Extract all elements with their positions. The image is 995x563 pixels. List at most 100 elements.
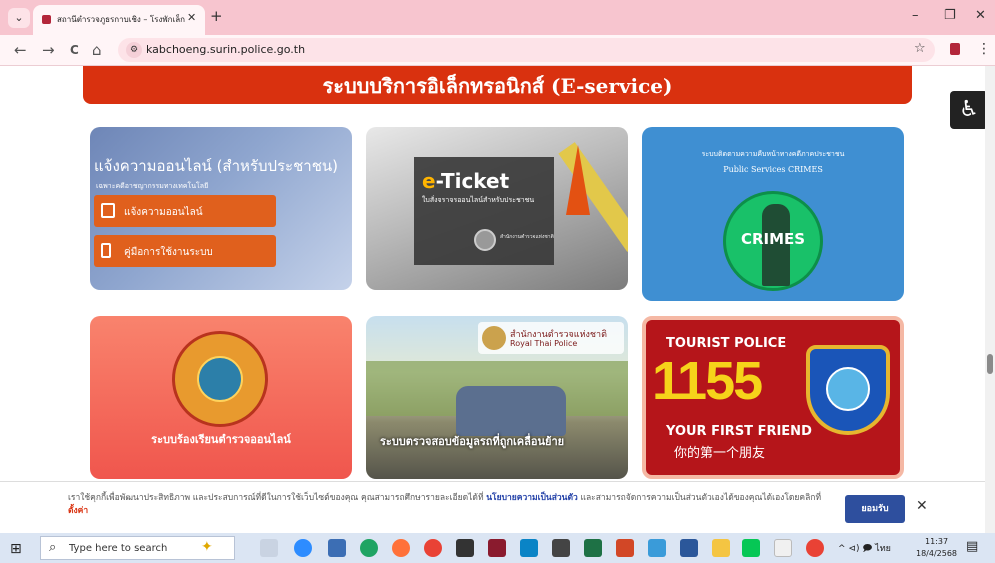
back-button[interactable]: ←	[14, 41, 27, 59]
accessibility-icon[interactable]: ♿	[950, 91, 988, 129]
tab-search-button[interactable]: ⌄	[8, 8, 30, 28]
powerpoint-icon[interactable]	[616, 539, 634, 557]
complaint-title: ระบบร้องเรียนตำรวจออนไลน์	[151, 433, 291, 446]
chrome-active-icon[interactable]	[806, 539, 824, 557]
badge-globe-icon	[826, 367, 870, 411]
tab-close-icon[interactable]: ✕	[187, 11, 196, 24]
privacy-policy-link[interactable]: นโยบายความเป็นส่วนตัว	[486, 493, 578, 503]
cookie-consent-bar: เราใช้คุกกี้เพื่อพัฒนาประสิทธิภาพ และประ…	[0, 481, 985, 533]
vscode-icon[interactable]	[520, 539, 538, 557]
zoom-icon[interactable]	[294, 539, 312, 557]
calculator-icon[interactable]	[328, 539, 346, 557]
browser-menu-icon[interactable]: ⋮	[977, 41, 991, 57]
browser-toolbar: ← → C ⌂ ⚙ kabchoeng.surin.police.go.th ☆…	[0, 35, 995, 66]
taskbar-search-box[interactable]: ⌕ Type here to search ✦	[40, 536, 235, 560]
bookmark-star-icon[interactable]: ☆	[914, 41, 926, 56]
police-seal-icon	[474, 229, 496, 251]
close-window-button[interactable]: ✕	[975, 8, 986, 23]
tourist-police-card[interactable]: TOURIST POLICE 1155 YOUR FIRST FRIEND 你的…	[642, 316, 904, 479]
minimize-button[interactable]: –	[912, 8, 919, 23]
search-icon: ⌕	[49, 540, 57, 555]
forward-button[interactable]: →	[42, 41, 55, 59]
online-report-button-label: แจ้งความออนไลน์	[124, 207, 203, 218]
crimes-logo-label: CRIMES	[740, 230, 806, 248]
maximize-button[interactable]: ❐	[944, 8, 956, 23]
page-content: ระบบบริการอิเล็กทรอนิกส์ (E-service) ♿ แ…	[0, 66, 995, 533]
vehicle-check-card[interactable]: สำนักงานตำรวจแห่งชาติ Royal Thai Police …	[366, 316, 628, 479]
external-link-icon	[101, 203, 115, 218]
inspector-general-seal-icon	[172, 331, 268, 427]
browser-tab-bar: ⌄ สถานีตำรวจภูธรกาบเชิง – โรงพักเล็ก ✕ +…	[0, 0, 995, 35]
edge-icon[interactable]	[360, 539, 378, 557]
cookie-close-icon[interactable]: ✕	[916, 498, 928, 514]
eticket-panel: e-Ticket ใบสั่งจราจรออนไลน์สำหรับประชาชน…	[414, 157, 554, 265]
tab-title: สถานีตำรวจภูธรกาบเชิง – โรงพักเล็ก	[57, 15, 185, 24]
firefox-icon[interactable]	[392, 539, 410, 557]
crimes-title-en: Public Services CRIMES	[723, 165, 823, 174]
traffic-cone-icon	[566, 145, 590, 215]
site-info-icon[interactable]: ⚙	[126, 42, 142, 58]
cookie-text: เราใช้คุกกี้เพื่อพัฒนาประสิทธิภาพ และประ…	[68, 493, 822, 516]
royal-thai-police-logo: สำนักงานตำรวจแห่งชาติ Royal Thai Police	[478, 322, 624, 354]
tourist-police-badge-icon	[806, 345, 890, 435]
excel-icon[interactable]	[584, 539, 602, 557]
notification-icon[interactable]: ▤	[966, 539, 978, 554]
word-icon[interactable]	[680, 539, 698, 557]
crimes-logo: CRIMES	[723, 191, 823, 291]
online-report-subtitle: เฉพาะคดีอาชญากรรมทางเทคโนโลยี	[96, 182, 209, 190]
screen: ⌄ สถานีตำรวจภูธรกาบเชิง – โรงพักเล็ก ✕ +…	[0, 0, 995, 563]
eservice-header: ระบบบริการอิเล็กทรอนิกส์ (E-service)	[83, 66, 912, 104]
tourist-police-number: 1155	[652, 351, 763, 411]
taskbar-clock[interactable]: 11:37 18/4/2568	[916, 536, 957, 560]
complaint-card[interactable]: ระบบร้องเรียนตำรวจออนไลน์	[90, 316, 352, 479]
chrome-icon[interactable]	[424, 539, 442, 557]
page-scrollbar[interactable]	[985, 66, 995, 533]
eticket-subtitle: ใบสั่งจราจรออนไลน์สำหรับประชาชน	[422, 196, 535, 204]
car-icon	[456, 386, 566, 436]
notepad-icon[interactable]	[774, 539, 792, 557]
address-bar[interactable]: ⚙ kabchoeng.surin.police.go.th ☆	[118, 38, 935, 62]
seal-inner-icon	[197, 356, 243, 402]
new-tab-button[interactable]: +	[210, 7, 223, 25]
app-icon-2[interactable]	[488, 539, 506, 557]
crimes-title-th: ระบบติดตามความคืบหน้าทางคดีภาคประชาชน	[701, 150, 845, 158]
online-report-title: แจ้งความออนไลน์ (สำหรับประชาชน)	[94, 157, 338, 175]
user-manual-button[interactable]: คู่มือการใช้งานระบบ	[94, 235, 276, 267]
reload-button[interactable]: C	[70, 43, 79, 57]
online-report-card[interactable]: แจ้งความออนไลน์ (สำหรับประชาชน) เฉพาะคดี…	[90, 127, 352, 290]
eticket-seal-text: สำนักงานตำรวจแห่งชาติ	[500, 234, 554, 240]
tourist-police-slogan: YOUR FIRST FRIEND	[666, 424, 812, 439]
line-icon[interactable]	[742, 539, 760, 557]
eticket-card[interactable]: e-Ticket ใบสั่งจราจรออนไลน์สำหรับประชาชน…	[366, 127, 628, 290]
app-icon-4[interactable]	[648, 539, 666, 557]
url-text: kabchoeng.surin.police.go.th	[146, 43, 306, 56]
police-emblem-icon	[482, 326, 506, 350]
home-button[interactable]: ⌂	[92, 41, 102, 59]
windows-start-icon[interactable]: ⊞	[10, 541, 22, 557]
eticket-title: e-Ticket	[422, 169, 510, 193]
accept-cookies-button[interactable]: ยอมรับ	[845, 495, 905, 523]
online-report-button[interactable]: แจ้งความออนไลน์	[94, 195, 276, 227]
logo-text-en: Royal Thai Police	[510, 339, 578, 348]
clock-time: 11:37	[924, 537, 949, 546]
system-tray[interactable]: ^ ⊲) 🗩 ไทย	[838, 541, 891, 557]
scrollbar-thumb[interactable]	[987, 354, 993, 374]
app-icon-3[interactable]	[552, 539, 570, 557]
file-explorer-icon[interactable]	[712, 539, 730, 557]
windows-taskbar: ⊞ ⌕ Type here to search ✦ ^ ⊲) 🗩 ไทย 11:…	[0, 533, 995, 563]
tourist-police-slogan-cn: 你的第一个朋友	[674, 446, 766, 461]
app-icon-1[interactable]	[456, 539, 474, 557]
extension-icon[interactable]	[950, 43, 960, 55]
eservice-title: ระบบบริการอิเล็กทรอนิกส์ (E-service)	[322, 74, 673, 98]
vehicle-check-title: ระบบตรวจสอบข้อมูลรถที่ถูกเคลื่อนย้าย	[380, 435, 565, 448]
task-view-icon[interactable]	[260, 539, 278, 557]
browser-tab-active[interactable]: สถานีตำรวจภูธรกาบเชิง – โรงพักเล็ก ✕	[33, 5, 205, 35]
site-favicon-icon	[42, 15, 51, 24]
cookie-settings-link[interactable]: ตั้งค่า	[68, 506, 88, 516]
user-manual-button-label: คู่มือการใช้งานระบบ	[124, 247, 213, 258]
document-icon	[101, 243, 111, 258]
crimes-card[interactable]: ระบบติดตามความคืบหน้าทางคดีภาคประชาชน Pu…	[642, 127, 904, 301]
clock-date: 18/4/2568	[916, 549, 958, 558]
search-highlight-icon: ✦	[201, 539, 213, 555]
tourist-police-heading: TOURIST POLICE	[666, 336, 787, 351]
